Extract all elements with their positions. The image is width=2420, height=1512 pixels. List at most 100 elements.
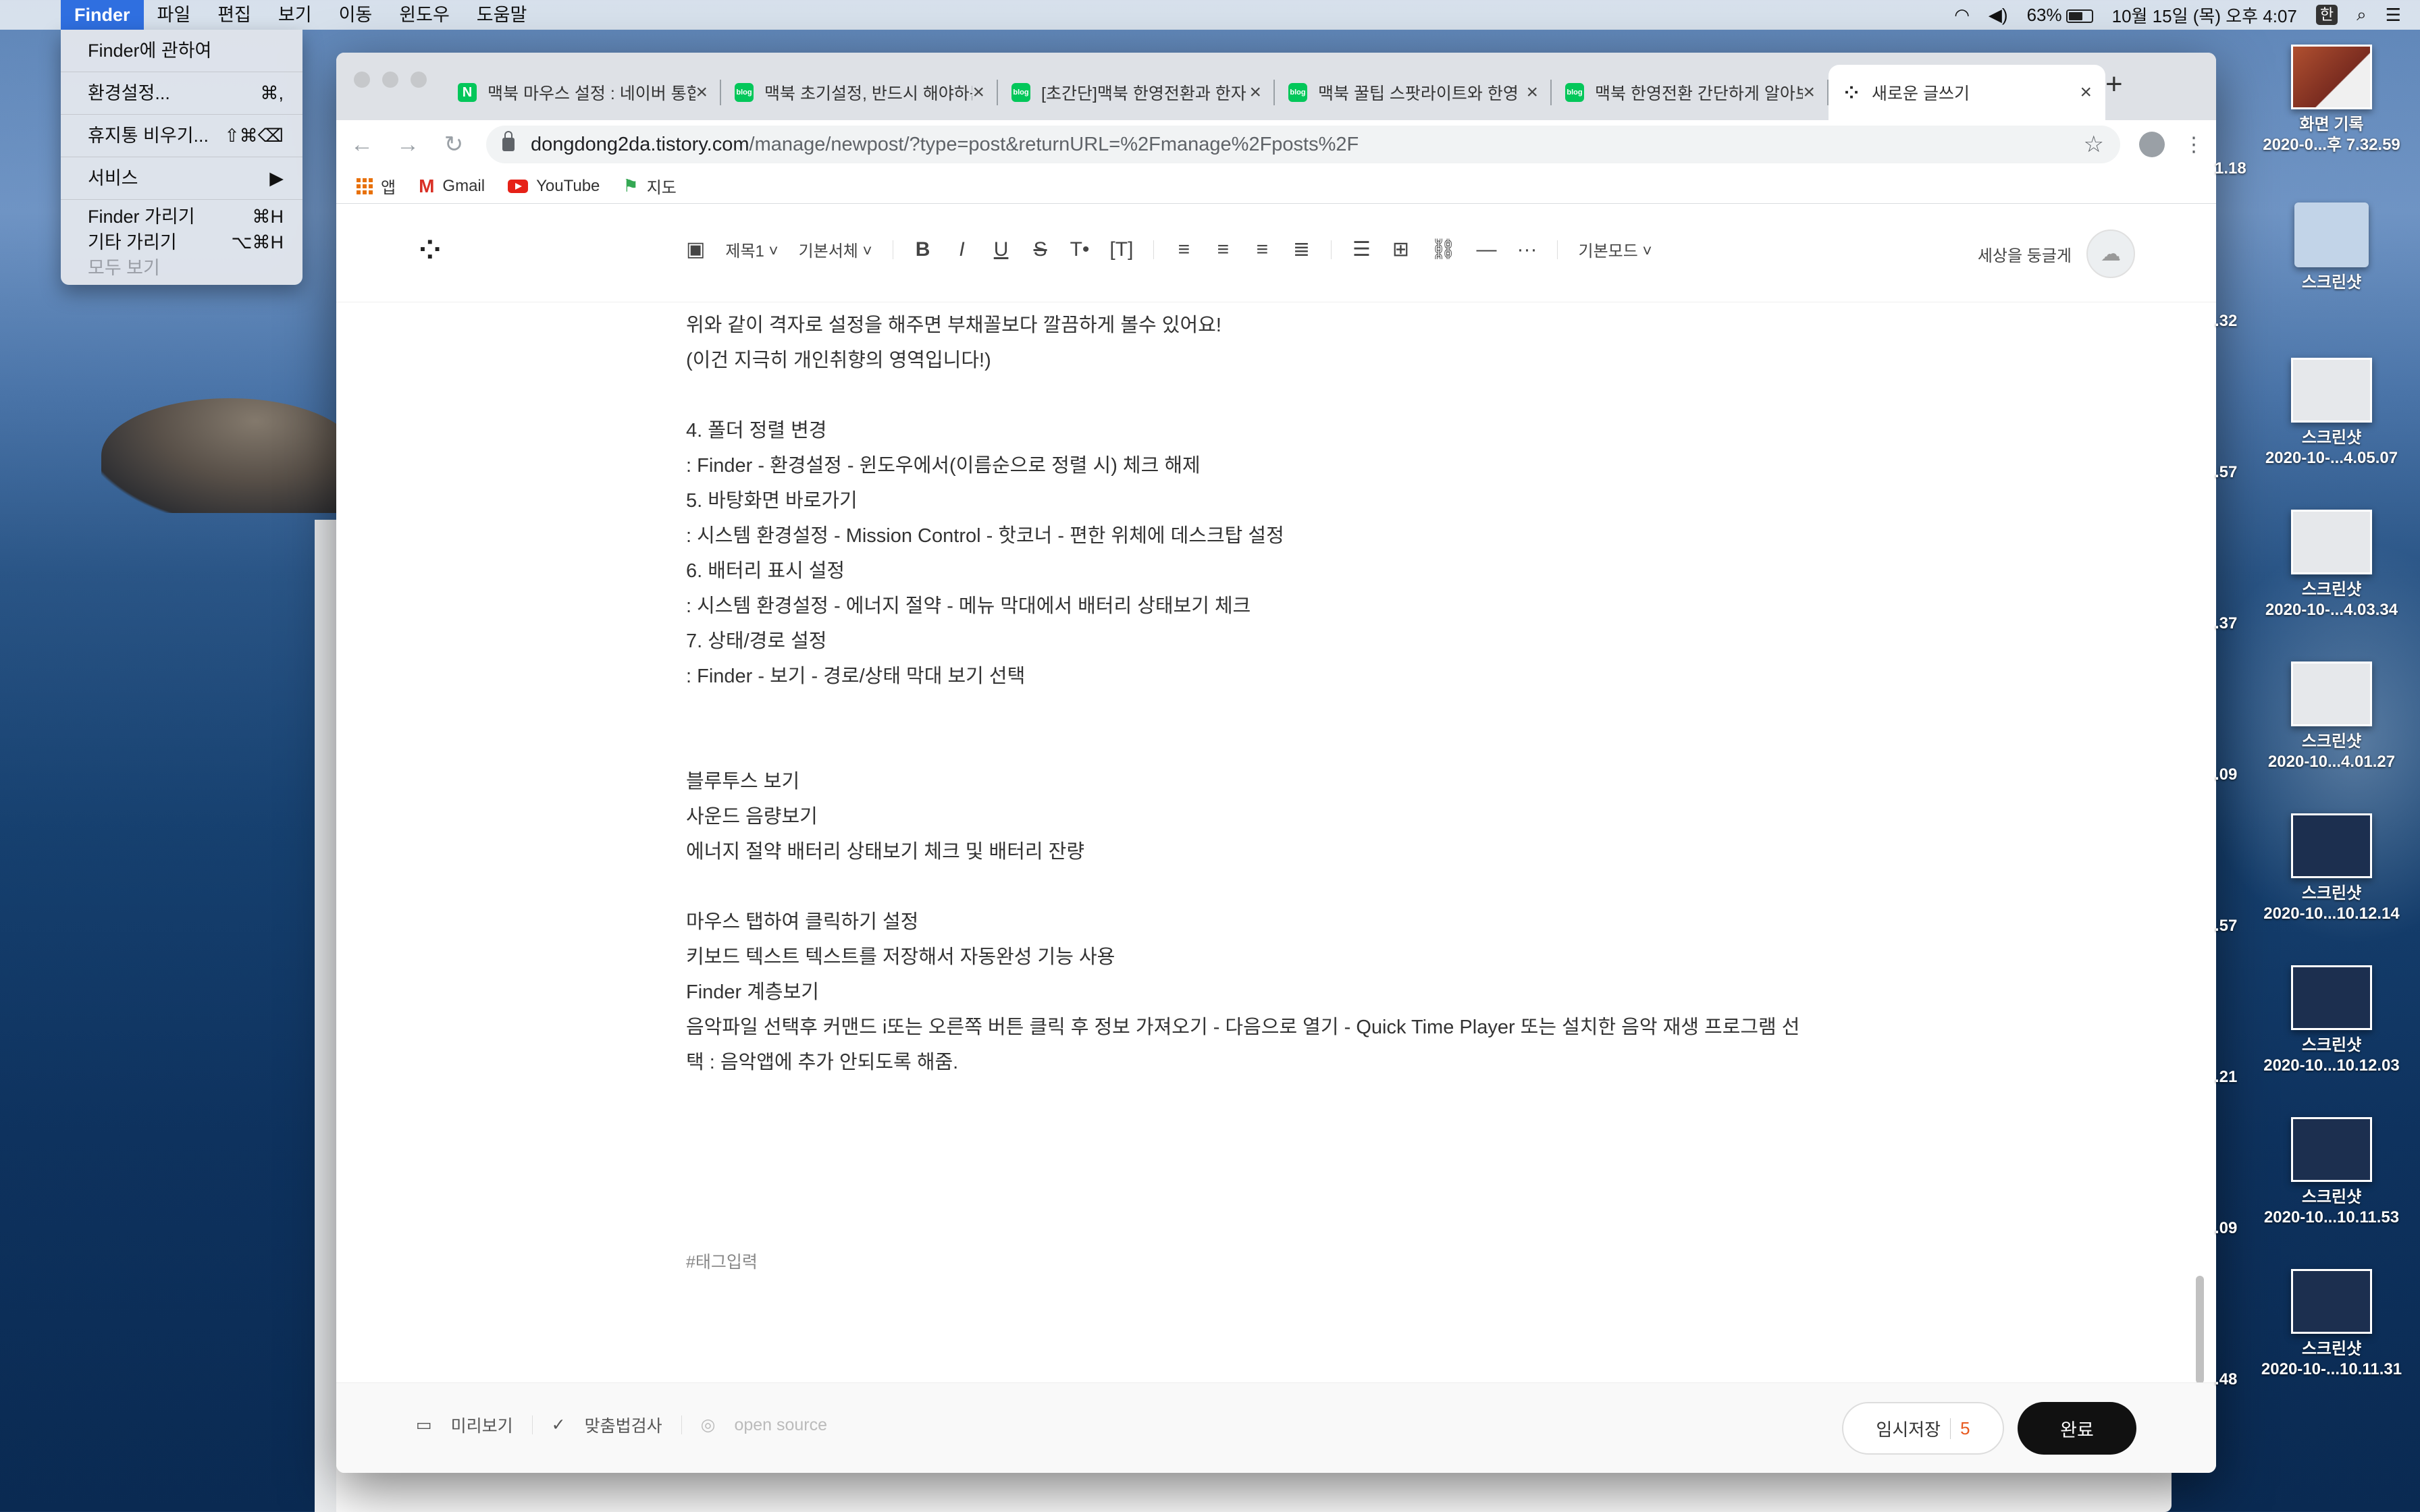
menu-edit[interactable]: 편집 <box>204 0 265 30</box>
link-icon[interactable]: ⛓ <box>1430 238 1456 261</box>
finder-menu-dropdown: Finder에 관하여 환경설정... ⌘, 휴지통 비우기... ⇧⌘⌫ 서비스 ▶… <box>61 30 302 285</box>
tab-new-post[interactable]: ⁘ 새로운 글쓰기 × <box>1829 65 2105 120</box>
address-bar[interactable]: dongdong2da.tistory.com/manage/newpost/?… <box>486 126 2120 163</box>
menu-item-hide-finder[interactable]: Finder 가리기 ⌘H <box>61 204 302 230</box>
tab-blog-2[interactable]: blog [초간단]맥북 한영전환과 한자 × <box>998 65 1275 120</box>
tab-blog-4[interactable]: blog 맥북 한영전환 간단하게 알아보기 × <box>1552 65 1829 120</box>
desktop-file-icon[interactable]: 스크린샷 2020-10...10.11.53 <box>2239 1117 2420 1228</box>
text-color-icon[interactable]: T• <box>1070 238 1090 261</box>
bookmark-gmail[interactable]: M Gmail <box>419 176 485 197</box>
spotlight-icon[interactable]: ⌕ <box>2357 4 2367 26</box>
menu-window[interactable]: 윈도우 <box>386 0 463 30</box>
italic-icon[interactable]: I <box>953 238 972 261</box>
file-thumbnail <box>2291 45 2372 109</box>
desktop-file-icon[interactable]: 스크린샷 2020-10-...10.11.31 <box>2239 1269 2420 1380</box>
zoom-window-button[interactable] <box>411 72 427 88</box>
file-label: 스크린샷 2020-10...10.12.14 <box>2263 884 2400 923</box>
menu-item-preferences[interactable]: 환경설정... ⌘, <box>61 76 302 110</box>
menu-item-services[interactable]: 서비스 ▶ <box>61 161 302 195</box>
body-line: 블루투스 보기 <box>686 771 800 792</box>
more-icon[interactable]: ··· <box>1517 238 1537 261</box>
desktop-file-icon[interactable]: 스크린샷 2020-10...10.12.14 <box>2239 813 2420 924</box>
close-window-button[interactable] <box>354 72 370 88</box>
text-background-icon[interactable]: [T] <box>1109 238 1133 261</box>
desktop-file-icon[interactable]: 스크린샷 2020-10-...4.03.34 <box>2239 510 2420 620</box>
volume-icon[interactable]: ◀) <box>1989 5 2008 26</box>
tag-input[interactable]: #태그입력 <box>686 1249 758 1273</box>
body-line: 4. 폴더 정렬 변경 <box>686 420 827 441</box>
post-body[interactable]: 제가 설정한 Dock Size예요! 여기서 한가지 팁이 Dock에 폴더를… <box>686 279 1874 1080</box>
hidden-file-label: 1.18 <box>2215 159 2246 178</box>
new-tab-button[interactable]: + <box>2105 68 2123 101</box>
menu-item-empty-trash[interactable]: 휴지통 비우기... ⇧⌘⌫ <box>61 119 302 153</box>
heading-dropdown[interactable]: 제목1 ˅ <box>725 238 778 261</box>
close-tab-icon[interactable]: × <box>1249 81 1261 104</box>
desktop-file-icon[interactable]: 스크린샷 2020-10-...4.05.07 <box>2239 358 2420 468</box>
align-left-icon[interactable]: ≡ <box>1174 238 1193 261</box>
file-thumbnail <box>2291 358 2372 423</box>
body-line <box>686 694 1874 729</box>
bookmark-apps[interactable]: 앱 <box>357 174 396 198</box>
menu-file[interactable]: 파일 <box>144 0 205 30</box>
tab-strip: N 맥북 마우스 설정 : 네이버 통합검색 × blog 맥북 초기설정, 반… <box>336 53 2216 120</box>
tab-blog-1[interactable]: blog 맥북 초기설정, 반드시 해야하는 × <box>721 65 998 120</box>
align-center-icon[interactable]: ≡ <box>1213 238 1232 261</box>
clock[interactable]: 10월 15일 (목) 오후 4:07 <box>2112 3 2297 28</box>
align-right-icon[interactable]: ≡ <box>1253 238 1271 261</box>
save-draft-button[interactable]: 임시저장 5 <box>1842 1402 2004 1455</box>
back-arrow-icon[interactable]: ← <box>348 132 375 158</box>
hidden-file-label: .37 <box>2215 614 2238 632</box>
bookmark-maps[interactable]: ⚑ 지도 <box>623 174 676 198</box>
body-line: Finder 계층보기 <box>686 981 819 1003</box>
hidden-file-label: .48 <box>2215 1370 2238 1388</box>
spellcheck-button[interactable]: 맞춤법검사 <box>585 1413 662 1437</box>
close-tab-icon[interactable]: × <box>972 81 984 104</box>
reload-icon[interactable]: ↻ <box>440 131 467 158</box>
table-icon[interactable]: ⊞ <box>1391 238 1410 261</box>
close-tab-icon[interactable]: × <box>695 81 708 104</box>
close-tab-icon[interactable]: × <box>1803 81 1815 104</box>
underline-icon[interactable]: U <box>992 238 1011 261</box>
desktop-file-icon[interactable]: 스크린샷 2020-10...4.01.27 <box>2239 662 2420 772</box>
control-center-icon[interactable]: ☰ <box>2386 5 2401 26</box>
mode-dropdown[interactable]: 기본모드 ˅ <box>1578 238 1652 261</box>
open-source-link[interactable]: open source <box>734 1415 827 1435</box>
bold-icon[interactable]: B <box>914 238 932 261</box>
wifi-icon[interactable]: ◠ <box>1954 5 1970 26</box>
tistory-logo-icon[interactable]: ⁘ <box>419 235 441 266</box>
desktop-file-icon[interactable]: 스크린샷 <box>2239 202 2420 293</box>
tab-naver-search[interactable]: N 맥북 마우스 설정 : 네이버 통합검색 × <box>444 65 721 120</box>
font-dropdown[interactable]: 기본서체 ˅ <box>799 238 872 261</box>
bookmark-star-icon[interactable]: ☆ <box>2084 131 2104 158</box>
menu-go[interactable]: 이동 <box>325 0 386 30</box>
preview-button[interactable]: 미리보기 <box>451 1413 513 1437</box>
close-tab-icon[interactable]: × <box>2080 81 2092 104</box>
bookmark-youtube[interactable]: YouTube <box>508 177 600 196</box>
draft-count-badge: 5 <box>1950 1418 1970 1439</box>
tab-blog-3[interactable]: blog 맥북 꿀팁 스팟라이트와 한영 × <box>1275 65 1552 120</box>
menu-finder[interactable]: Finder <box>61 0 144 30</box>
profile-avatar[interactable] <box>2139 132 2165 157</box>
divider-icon[interactable]: — <box>1477 238 1497 261</box>
menu-view[interactable]: 보기 <box>265 0 325 30</box>
close-tab-icon[interactable]: × <box>1526 81 1538 104</box>
editor-scrollbar[interactable] <box>2196 1276 2204 1384</box>
menu-item-about-finder[interactable]: Finder에 관하여 <box>61 34 302 68</box>
menu-help[interactable]: 도움말 <box>463 0 541 30</box>
list-icon[interactable]: ☰ <box>1352 238 1371 261</box>
battery-status[interactable]: 63% <box>2027 5 2093 26</box>
minimize-window-button[interactable] <box>382 72 398 88</box>
cloud-icon[interactable]: ☁ <box>2086 230 2135 278</box>
hidden-file-label: .21 <box>2215 1068 2238 1086</box>
align-justify-icon[interactable]: ≣ <box>1292 238 1311 261</box>
strikethrough-icon[interactable]: S <box>1031 238 1050 261</box>
image-insert-icon[interactable]: ▣ <box>686 238 705 261</box>
done-button[interactable]: 완료 <box>2018 1402 2136 1455</box>
menu-item-hide-others[interactable]: 기타 가리기 ⌥⌘H <box>61 230 302 255</box>
desktop-file-icon[interactable]: 스크린샷 2020-10...10.12.03 <box>2239 965 2420 1076</box>
input-method-icon[interactable]: 한 <box>2315 5 2338 25</box>
body-line: 사운드 음량보기 <box>686 806 818 828</box>
forward-arrow-icon[interactable]: → <box>394 132 421 158</box>
desktop-file-icon[interactable]: 화면 기록 2020-0...후 7.32.59 <box>2239 45 2420 155</box>
more-menu-icon[interactable]: ⋮ <box>2184 133 2204 157</box>
